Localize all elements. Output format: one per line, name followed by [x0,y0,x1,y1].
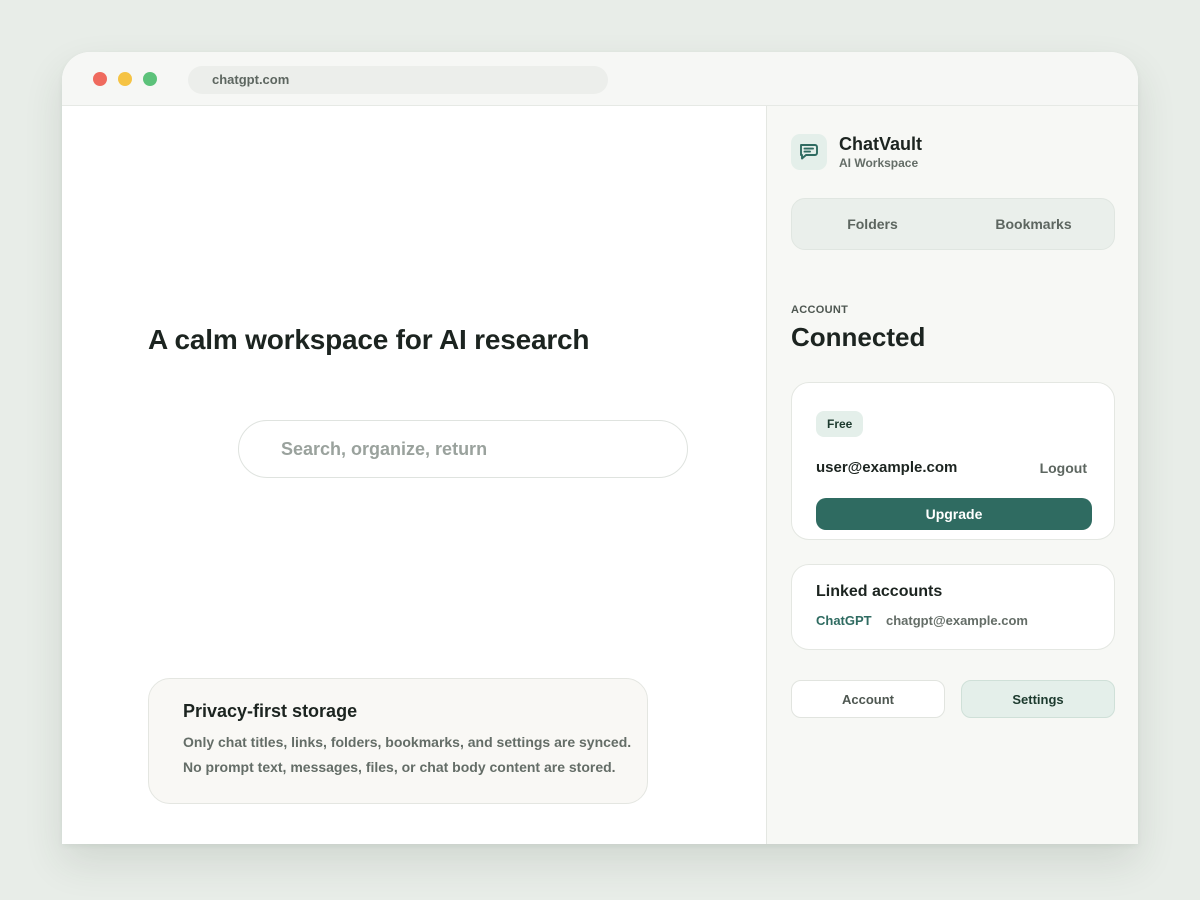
tab-folders[interactable]: Folders [792,199,953,249]
browser-titlebar: chatgpt.com [62,52,1138,106]
brand-name: ChatVault [839,134,923,154]
close-window-dot[interactable] [93,72,107,86]
chat-bubble-icon [791,134,827,170]
upgrade-button[interactable]: Upgrade [816,498,1092,530]
privacy-line-synced: Only chat titles, links, folders, bookma… [183,734,632,750]
privacy-card: Privacy-first storage Only chat titles, … [148,678,648,804]
browser-window: chatgpt.com A calm workspace for AI rese… [62,52,1138,844]
linked-service-email: chatgpt@example.com [886,613,1028,628]
hero-title: A calm workspace for AI research [148,324,590,355]
privacy-line-not-stored: No prompt text, messages, files, or chat… [183,759,616,775]
maximize-window-dot[interactable] [143,72,157,86]
user-email: user@example.com [816,459,958,476]
main-content: A calm workspace for AI research Privacy… [62,106,766,844]
tab-bookmarks[interactable]: Bookmarks [953,199,1114,249]
plan-badge: Free [816,411,864,437]
account-status: Connected [791,322,926,352]
settings-button[interactable]: Settings [961,680,1115,718]
account-button[interactable]: Account [791,680,945,718]
search-input[interactable] [238,420,688,478]
privacy-title: Privacy-first storage [183,701,358,721]
sidebar-tabs: Folders Bookmarks [791,198,1115,250]
account-section-label: ACCOUNT [791,304,849,316]
account-card: Free user@example.com Logout Upgrade [791,382,1115,540]
minimize-window-dot[interactable] [118,72,132,86]
linked-accounts-card: Linked accounts ChatGPT chatgpt@example.… [791,564,1115,650]
address-bar[interactable]: chatgpt.com [188,66,608,94]
linked-accounts-title: Linked accounts [816,583,943,600]
extension-sidebar: ChatVault AI Workspace Folders Bookmarks… [766,106,1138,844]
brand-subtitle: AI Workspace [839,156,919,170]
linked-service-name: ChatGPT [816,613,872,628]
logout-link[interactable]: Logout [1040,460,1087,476]
